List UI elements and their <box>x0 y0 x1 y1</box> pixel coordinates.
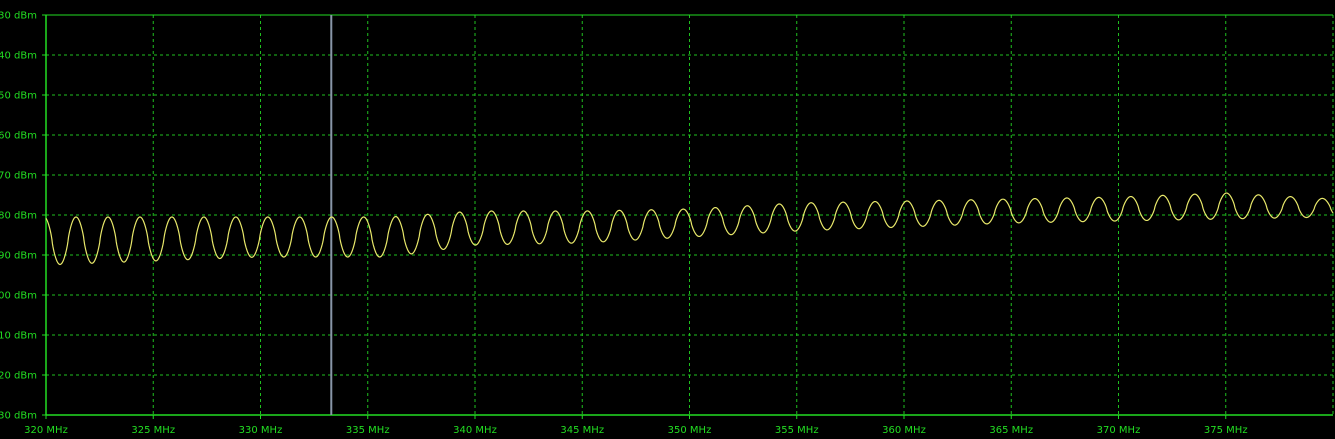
y-tick-label: -50 dBm <box>0 91 37 102</box>
x-tick-label: 365 MHz <box>989 425 1033 436</box>
x-tick-label: 355 MHz <box>775 425 819 436</box>
plot-background <box>0 0 1335 439</box>
x-tick-label: 375 MHz <box>1204 425 1248 436</box>
x-tick-label: 335 MHz <box>346 425 390 436</box>
y-tick-label: -100 dBm <box>0 291 37 302</box>
spectrum-plot: -30 dBm -40 dBm -50 dBm -60 dBm -70 dBm -80 d… <box>0 0 1335 439</box>
y-tick-label: -90 dBm <box>0 251 37 262</box>
y-tick-label: -60 dBm <box>0 131 37 142</box>
x-tick-label: 350 MHz <box>668 425 712 436</box>
y-tick-label: -70 dBm <box>0 171 37 182</box>
y-tick-label: -80 dBm <box>0 211 37 222</box>
y-tick-label: -120 dBm <box>0 371 37 382</box>
y-tick-label: -130 dBm <box>0 411 37 422</box>
x-tick-label: 320 MHz <box>24 425 68 436</box>
y-tick-label: -30 dBm <box>0 11 37 22</box>
y-tick-label: -40 dBm <box>0 51 37 62</box>
x-tick-label: 330 MHz <box>239 425 283 436</box>
x-tick-label: 340 MHz <box>453 425 497 436</box>
x-tick-label: 370 MHz <box>1097 425 1141 436</box>
x-tick-label: 345 MHz <box>560 425 604 436</box>
x-tick-label: 325 MHz <box>131 425 175 436</box>
y-tick-label: -110 dBm <box>0 331 37 342</box>
x-tick-label: 360 MHz <box>882 425 926 436</box>
spectrum-chart: -30 dBm -40 dBm -50 dBm -60 dBm -70 dBm -80 d… <box>0 0 1335 439</box>
